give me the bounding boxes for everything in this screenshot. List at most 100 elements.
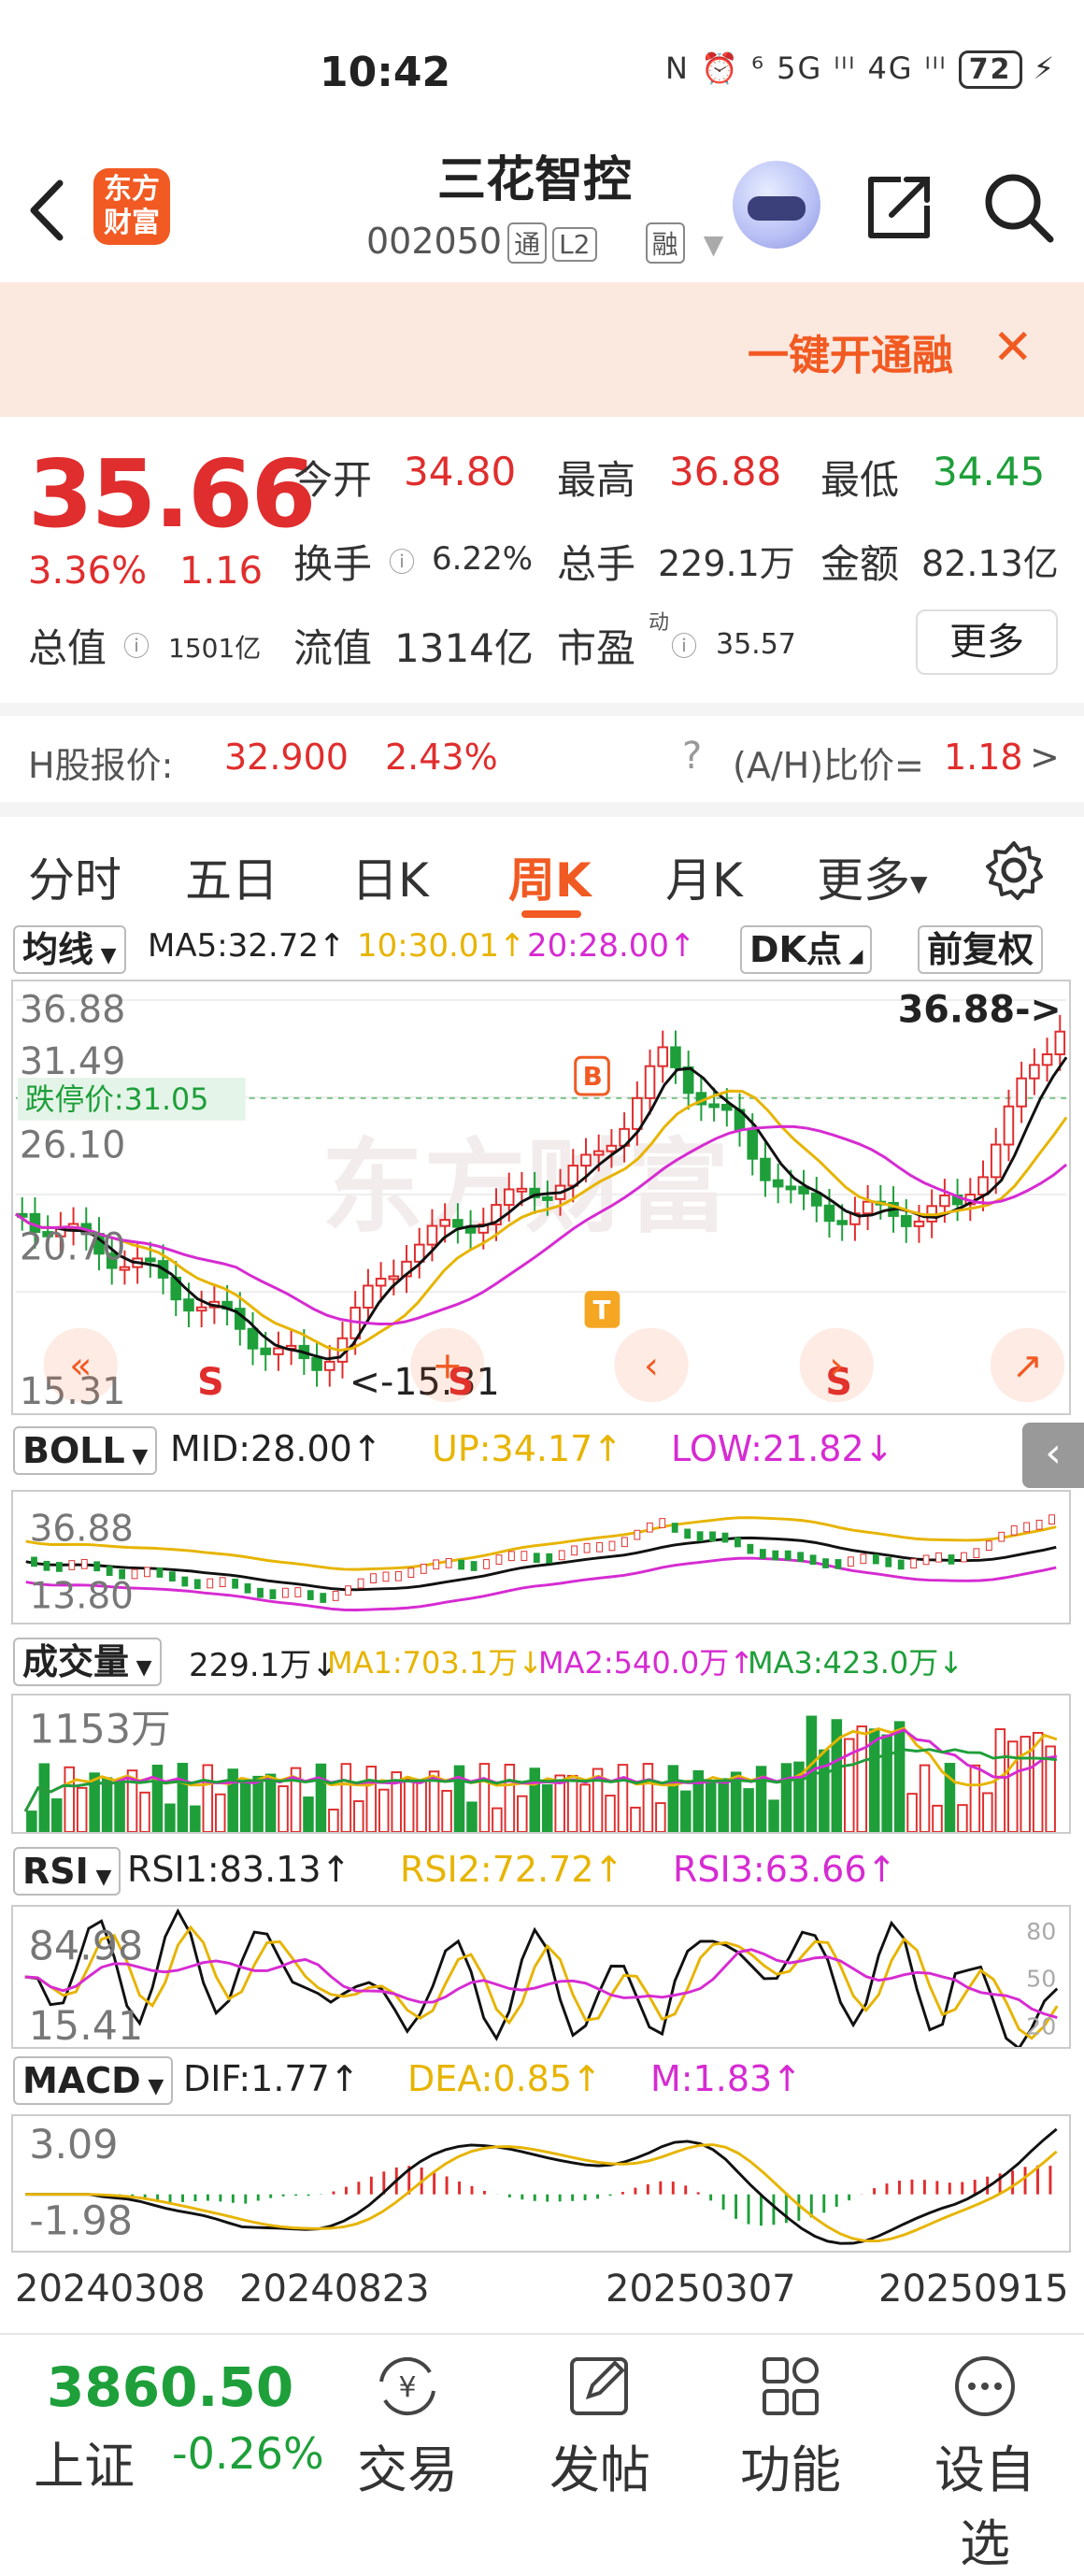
volume-bar (492, 1809, 502, 1832)
low-value: 34.45 (933, 449, 1045, 494)
y-axis-label: 3.09 (29, 2122, 118, 2168)
volume-bar (342, 1764, 351, 1832)
date-label: 20250915 (878, 2268, 1069, 2311)
tab-weekly-k[interactable]: 周K (508, 843, 592, 910)
boll-candle (672, 1524, 678, 1533)
tab-daily-k[interactable]: 日K (351, 843, 429, 910)
volume-bar (669, 1766, 678, 1832)
boll-candle (270, 1590, 276, 1599)
volume-bar (304, 1797, 313, 1832)
search-icon[interactable] (981, 170, 1056, 245)
chevron-right-icon[interactable]: > (1030, 737, 1060, 778)
boll-candle (710, 1532, 716, 1541)
clock: 10:42 (320, 49, 450, 96)
candle-body (377, 1279, 386, 1285)
change-amount: 1.16 (179, 550, 263, 593)
chart-nav-icon: + (432, 1344, 463, 1387)
volume-current: 229.1万↓ (189, 1639, 338, 1685)
macd-histogram-bar (521, 2195, 523, 2200)
volume-bar (543, 1785, 552, 1832)
volume-bar (153, 1766, 163, 1832)
boll-candle (861, 1554, 866, 1564)
promo-banner[interactable]: 一键开通融 ✕ (0, 282, 1084, 417)
share-icon[interactable] (863, 172, 934, 243)
gear-icon[interactable] (983, 839, 1045, 901)
info-icon[interactable]: ⓘ (123, 626, 150, 664)
stock-code-row[interactable]: 002050通L2 融 ▼ (366, 221, 723, 264)
candle-body (440, 1220, 449, 1225)
macd-histogram-bar (282, 2195, 285, 2197)
candle-body (812, 1194, 821, 1206)
t-signal-label: T (593, 1295, 611, 1325)
ai-assistant-avatar[interactable] (733, 161, 820, 249)
boll-candle (1024, 1523, 1030, 1532)
ma-dropdown[interactable]: 均线 ▼ (13, 925, 126, 974)
candle-body (748, 1130, 757, 1159)
nav-add-watchlist[interactable]: 设自选 (910, 2354, 1060, 2576)
candle-body (594, 1152, 604, 1155)
candle-body (568, 1166, 578, 1185)
boll-candle (660, 1519, 665, 1528)
macd-histogram-bar (257, 2195, 260, 2201)
candle-body (453, 1220, 463, 1226)
macd-dropdown[interactable]: MACD ▼ (13, 2056, 173, 2105)
volume-chart[interactable]: 1153万 (11, 1694, 1071, 1834)
boll-candle (207, 1579, 213, 1588)
dk-point-button[interactable]: DK点 ◢ (740, 925, 872, 974)
h-share-row[interactable]: H股报价: 32.900 2.43% ? (A/H)比价= 1.18 > (0, 703, 1084, 796)
info-icon[interactable]: ⓘ (389, 542, 415, 580)
close-icon[interactable]: ✕ (992, 320, 1034, 376)
rsi-grid-label: 80 (1026, 1917, 1056, 1945)
boll-candle (609, 1541, 615, 1551)
app-logo[interactable]: 东方 财富 (93, 168, 170, 245)
kline-chart[interactable]: 东方财富跌停价:31.0536.8831.4926.1020.7015.3136… (11, 980, 1071, 1415)
volume-bar (706, 1781, 716, 1832)
macd-chart[interactable]: 3.09-1.98 (11, 2114, 1071, 2253)
volume-bar (769, 1800, 778, 1832)
volume-bar (882, 1736, 891, 1832)
boll-chart[interactable]: 36.8813.80 (11, 1490, 1071, 1624)
nav-trade[interactable]: ¥ 交易 (333, 2354, 482, 2502)
nav-functions[interactable]: 功能 (716, 2354, 865, 2502)
volume-bar (568, 1776, 578, 1832)
h-share-pct: 2.43% (385, 737, 498, 778)
boll-dropdown[interactable]: BOLL ▼ (13, 1426, 157, 1475)
macd-histogram-bar (433, 2171, 435, 2195)
ma5-value: MA5:32.72↑ (148, 927, 346, 965)
tab-more[interactable]: 更多▼ (817, 843, 927, 910)
tab-five-day[interactable]: 五日 (185, 843, 278, 910)
tab-intraday[interactable]: 分时 (28, 843, 121, 910)
boll-candle (333, 1592, 338, 1601)
boll-candle (697, 1532, 703, 1541)
back-arrow-icon[interactable] (26, 178, 67, 243)
volume-bar (40, 1764, 50, 1832)
adjust-mode-button[interactable]: 前复权 (918, 925, 1043, 974)
collapse-panel-icon[interactable]: ‹ (1022, 1423, 1084, 1488)
nav-post[interactable]: 发帖 (525, 2354, 675, 2502)
chart-nav-icon: ↗ (1012, 1344, 1043, 1387)
float-label: 流值 (293, 617, 372, 674)
info-icon[interactable]: ⓘ (671, 626, 697, 664)
h-share-label: H股报价: (28, 737, 173, 788)
chevron-down-icon[interactable]: ▼ (704, 229, 724, 260)
rsi-dropdown[interactable]: RSI ▼ (13, 1847, 121, 1896)
high-value: 36.88 (669, 449, 781, 494)
y-axis-label: 1153万 (29, 1707, 171, 1753)
boll-candle (898, 1560, 904, 1569)
macd-dif-line (25, 2129, 1056, 2243)
rsi-chart[interactable]: 84.9815.41805020 (11, 1905, 1071, 2049)
boll-candle (395, 1571, 401, 1581)
help-icon[interactable]: ? (682, 735, 702, 778)
boll-candle (798, 1553, 804, 1562)
volume-bar (933, 1806, 942, 1832)
more-quote-button[interactable]: 更多 (916, 609, 1058, 675)
boll-candle (258, 1588, 264, 1597)
tab-monthly-k[interactable]: 月K (665, 843, 743, 910)
boll-candle (346, 1586, 351, 1596)
macd-m: M:1.83↑ (650, 2058, 802, 2099)
macd-dif: DIF:1.77↑ (183, 2058, 360, 2099)
boll-candle (873, 1554, 878, 1564)
volume-bar (64, 1767, 74, 1832)
promo-banner-text[interactable]: 一键开通融 (748, 322, 953, 381)
volume-dropdown[interactable]: 成交量 ▼ (13, 1638, 162, 1686)
